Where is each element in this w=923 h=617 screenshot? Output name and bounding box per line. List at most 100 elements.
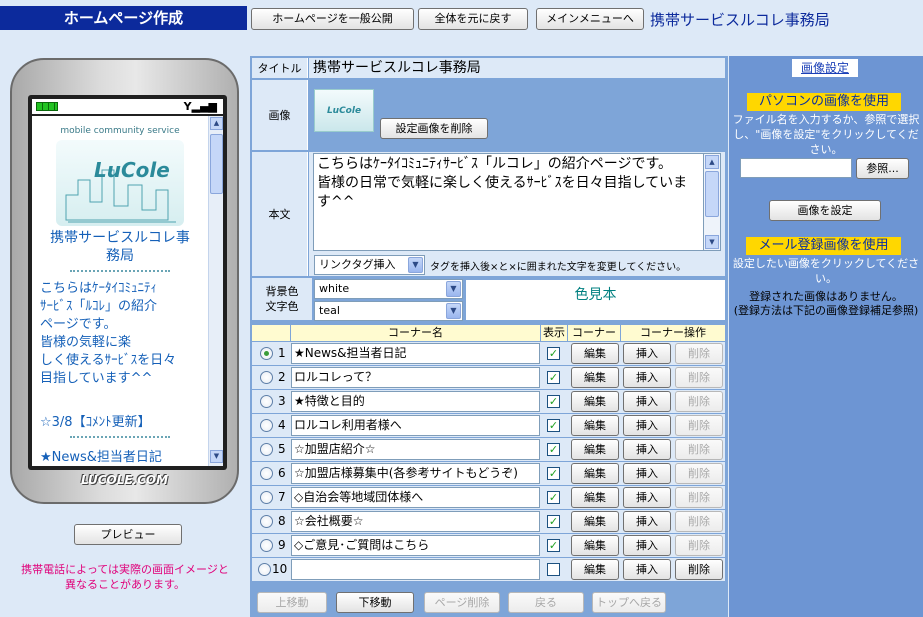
delete-button[interactable]: 削除 (675, 487, 723, 508)
corner-name-input[interactable]: ★News&担当者日記 (291, 343, 540, 364)
set-image-button[interactable]: 画像を設定 (769, 200, 881, 221)
delete-image-button[interactable]: 設定画像を削除 (380, 118, 488, 139)
header-title: ホームページ作成 (63, 9, 184, 27)
corner-name-input[interactable] (291, 559, 540, 580)
delete-button[interactable]: 削除 (675, 391, 723, 412)
insert-button[interactable]: 挿入 (623, 343, 671, 364)
delete-button[interactable]: 削除 (675, 559, 723, 580)
phone-screen: mobile community service LuCole 携帯サービスルコ… (32, 116, 208, 466)
row-radio[interactable] (260, 443, 273, 456)
row-radio[interactable] (260, 347, 273, 360)
visible-checkbox[interactable]: ✓ (547, 395, 560, 408)
corner-name-input[interactable]: ロルコレって？ (291, 367, 540, 388)
edit-button[interactable]: 編集 (571, 343, 619, 364)
insert-button[interactable]: 挿入 (623, 391, 671, 412)
no-images-text: 登録された画像はありません。 (749, 290, 903, 303)
browse-button[interactable]: 参照... (856, 158, 909, 179)
back-button[interactable]: 戻る (508, 592, 584, 613)
table-row: 2 ロルコレって？ ✓ 編集 挿入 削除 (252, 366, 725, 389)
edit-button[interactable]: 編集 (571, 463, 619, 484)
visible-checkbox[interactable]: ✓ (547, 539, 560, 552)
visible-checkbox[interactable]: ✓ (547, 419, 560, 432)
insert-button[interactable]: 挿入 (623, 487, 671, 508)
edit-button[interactable]: 編集 (571, 439, 619, 460)
insert-button[interactable]: 挿入 (623, 415, 671, 436)
insert-button[interactable]: 挿入 (623, 367, 671, 388)
row-radio[interactable] (260, 539, 273, 552)
body-label: 本文 (252, 152, 308, 276)
scroll-down-icon[interactable]: ▼ (210, 450, 223, 463)
move-up-button[interactable]: 上移動 (257, 592, 327, 613)
mail-image-desc: 設定したい画像をクリックしてください。 (732, 257, 920, 285)
body-textarea[interactable]: こちらはｹｰﾀｲｺﾐｭﾆﾃｨｻｰﾋﾞｽ「ルコレ」の紹介ページです。 皆様の日常で… (313, 153, 704, 251)
battery-icon (36, 102, 58, 111)
row-radio[interactable] (260, 467, 273, 480)
phone-body-2: ｻｰﾋﾞｽ「ﾙｺﾚ」の紹介 (40, 299, 158, 314)
edit-button[interactable]: 編集 (571, 511, 619, 532)
bg-color-select[interactable]: white ▼ (314, 279, 463, 299)
row-number: 8 (278, 514, 286, 528)
row-number: 3 (278, 394, 286, 408)
reset-all-button[interactable]: 全体を元に戻す (418, 8, 528, 30)
insert-button[interactable]: 挿入 (623, 535, 671, 556)
body-scroll-down-icon[interactable]: ▼ (705, 235, 719, 249)
corner-name-input[interactable]: ◇自治会等地域団体様へ (291, 487, 540, 508)
body-scrollbar[interactable]: ▲ ▼ (704, 153, 721, 251)
delete-button[interactable]: 削除 (675, 463, 723, 484)
row-radio[interactable] (260, 395, 273, 408)
preview-button[interactable]: プレビュー (74, 524, 182, 545)
corner-name-input[interactable]: ★特徴と目的 (291, 391, 540, 412)
visible-checkbox[interactable]: ✓ (547, 467, 560, 480)
corner-name-input[interactable]: ロルコレ利用者様へ (291, 415, 540, 436)
delete-button[interactable]: 削除 (675, 511, 723, 532)
page-delete-button[interactable]: ページ削除 (424, 592, 500, 613)
row-radio[interactable] (260, 515, 273, 528)
row-radio[interactable] (260, 371, 273, 384)
insert-button[interactable]: 挿入 (623, 463, 671, 484)
delete-button[interactable]: 削除 (675, 415, 723, 436)
back-to-top-button[interactable]: トップへ戻る (592, 592, 666, 613)
visible-checkbox[interactable]: ✓ (547, 443, 560, 456)
row-radio[interactable] (260, 419, 273, 432)
phone-scrollbar[interactable]: ▲ ▼ (208, 116, 223, 466)
edit-button[interactable]: 編集 (571, 535, 619, 556)
phone-title-2: 務局 (106, 248, 134, 264)
text-color-select[interactable]: teal ▼ (314, 301, 463, 321)
edit-button[interactable]: 編集 (571, 367, 619, 388)
scroll-thumb[interactable] (210, 134, 223, 194)
visible-checkbox[interactable] (547, 563, 560, 576)
phone-divider (70, 270, 170, 272)
insert-button[interactable]: 挿入 (623, 559, 671, 580)
corner-name-input[interactable]: ◇ご意見･ご質問はこちら (291, 535, 540, 556)
corner-name-input[interactable]: ☆会社概要☆ (291, 511, 540, 532)
main-menu-button[interactable]: メインメニューへ (536, 8, 644, 30)
delete-button[interactable]: 削除 (675, 439, 723, 460)
delete-button[interactable]: 削除 (675, 343, 723, 364)
move-down-button[interactable]: 下移動 (336, 592, 414, 613)
edit-button[interactable]: 編集 (571, 391, 619, 412)
delete-button[interactable]: 削除 (675, 535, 723, 556)
corner-name-input[interactable]: ☆加盟店様募集中(各参考サイトもどうぞ) (291, 463, 540, 484)
insert-button[interactable]: 挿入 (623, 439, 671, 460)
visible-checkbox[interactable]: ✓ (547, 371, 560, 384)
file-path-input[interactable] (740, 158, 852, 178)
phone-logo-text: LuCole (94, 158, 170, 182)
pc-image-heading: パソコンの画像を使用 (747, 93, 901, 111)
row-radio[interactable] (258, 563, 271, 576)
visible-checkbox[interactable]: ✓ (547, 515, 560, 528)
insert-button[interactable]: 挿入 (623, 511, 671, 532)
edit-button[interactable]: 編集 (571, 559, 619, 580)
visible-checkbox[interactable]: ✓ (547, 347, 560, 360)
body-scroll-up-icon[interactable]: ▲ (705, 155, 719, 169)
edit-button[interactable]: 編集 (571, 487, 619, 508)
scroll-up-icon[interactable]: ▲ (210, 117, 223, 130)
row-radio[interactable] (260, 491, 273, 504)
row-number: 6 (278, 466, 286, 480)
visible-checkbox[interactable]: ✓ (547, 491, 560, 504)
corner-name-input[interactable]: ☆加盟店紹介☆ (291, 439, 540, 460)
body-scroll-thumb[interactable] (705, 171, 719, 217)
publish-button[interactable]: ホームページを一般公開 (251, 8, 414, 30)
delete-button[interactable]: 削除 (675, 367, 723, 388)
edit-button[interactable]: 編集 (571, 415, 619, 436)
link-tag-select[interactable]: リンクタグ挿入 ▼ (314, 255, 425, 275)
